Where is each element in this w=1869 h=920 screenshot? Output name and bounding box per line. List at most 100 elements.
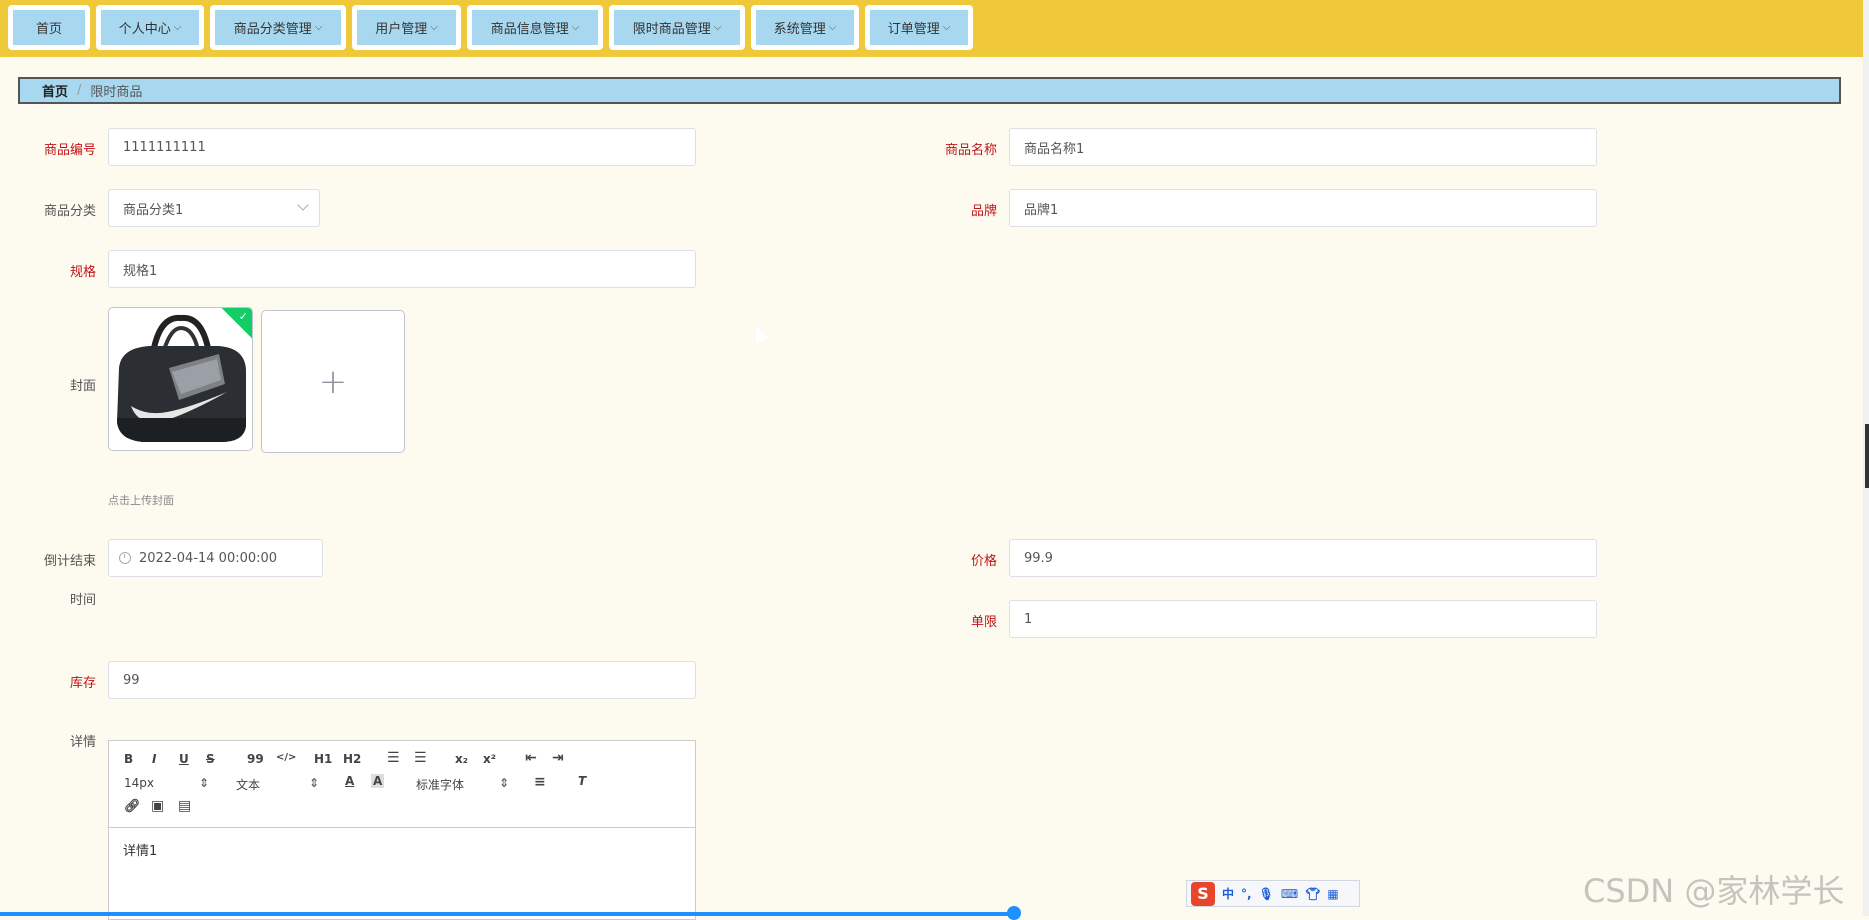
nav-label: 限时商品管理 bbox=[632, 22, 711, 37]
font-size-select[interactable]: 14px bbox=[124, 776, 154, 790]
nav-item-user-management[interactable]: 用户管理 ⌵ bbox=[352, 5, 461, 50]
h2-button[interactable]: H2 bbox=[343, 752, 361, 766]
product-name-label: 商品名称 bbox=[944, 143, 997, 158]
brand-value: 品牌1 bbox=[1024, 202, 1059, 218]
clear-format-icon[interactable]: T bbox=[578, 774, 586, 788]
code-button[interactable]: </> bbox=[276, 752, 296, 763]
align-icon[interactable]: ≡ bbox=[534, 774, 546, 790]
nav-item-product-info-management[interactable]: 商品信息管理 ⌵ bbox=[467, 5, 603, 50]
cover-image-thumbnail[interactable]: ✓ bbox=[108, 307, 253, 451]
ime-mode[interactable]: 中 bbox=[1222, 885, 1234, 902]
subscript-button[interactable]: x₂ bbox=[455, 752, 468, 766]
nav-label: 用户管理 bbox=[375, 22, 428, 37]
top-nav-bar: 首页 个人中心 ⌵ 商品分类管理 ⌵ 用户管理 ⌵ 商品信息管理 ⌵ 限时商品管理 ⌵ 系… bbox=[0, 0, 1863, 57]
font-family-select[interactable]: 标准字体 bbox=[416, 776, 464, 793]
breadcrumb-current: 限时商品 bbox=[90, 85, 143, 100]
limit-field[interactable]: 1 bbox=[1009, 600, 1597, 638]
category-value: 商品分类1 bbox=[123, 202, 184, 218]
nav-item-personal-center[interactable]: 个人中心 ⌵ bbox=[96, 5, 204, 50]
cover-upload-hint: 点击上传封面 bbox=[108, 494, 174, 507]
skin-icon[interactable]: 👕︎ bbox=[1305, 887, 1320, 901]
spec-field[interactable]: 规格1 bbox=[108, 250, 696, 288]
chevron-down-icon: ⌵ bbox=[430, 22, 438, 33]
header-select[interactable]: 文本 bbox=[236, 776, 260, 793]
countdown-end-label-line1: 倒计结束 bbox=[43, 554, 96, 569]
product-code-field[interactable]: 1111111111 bbox=[108, 128, 696, 166]
ime-toolbar[interactable]: S 中 °, 🎙︎ ⌨ 👕︎ ▦ bbox=[1186, 880, 1360, 907]
countdown-end-value: 2022-04-14 00:00:00 bbox=[139, 550, 278, 566]
select-arrows-icon: ⇕ bbox=[309, 776, 320, 790]
chevron-down-icon: ⌵ bbox=[314, 22, 323, 33]
limit-label: 单限 bbox=[970, 615, 997, 630]
breadcrumb-home[interactable]: 首页 bbox=[42, 81, 68, 100]
background-color-icon[interactable]: A bbox=[371, 774, 385, 788]
h1-button[interactable]: H1 bbox=[314, 752, 332, 766]
outdent-icon[interactable]: ⇤ bbox=[525, 750, 537, 766]
brand-label: 品牌 bbox=[970, 204, 997, 219]
category-select[interactable]: 商品分类1 bbox=[108, 189, 320, 227]
mouse-cursor bbox=[749, 322, 769, 344]
punctuation-icon[interactable]: °, bbox=[1241, 887, 1252, 901]
spec-value: 规格1 bbox=[123, 263, 158, 279]
nav-label: 商品信息管理 bbox=[490, 22, 569, 37]
indent-icon[interactable]: ⇥ bbox=[552, 750, 564, 766]
nav-item-home[interactable]: 首页 bbox=[8, 5, 90, 50]
product-name-field[interactable]: 商品名称1 bbox=[1009, 128, 1597, 166]
image-icon[interactable]: ▣ bbox=[151, 798, 164, 814]
countdown-end-label-line2: 时间 bbox=[69, 593, 96, 608]
superscript-button[interactable]: x² bbox=[483, 752, 496, 766]
stock-label: 库存 bbox=[69, 676, 96, 691]
bold-button[interactable]: B bbox=[124, 752, 133, 766]
underline-button[interactable]: U bbox=[179, 752, 189, 766]
select-arrows-icon: ⇕ bbox=[199, 776, 210, 790]
product-code-value: 1111111111 bbox=[123, 139, 206, 155]
price-field[interactable]: 99.9 bbox=[1009, 539, 1597, 577]
italic-button[interactable]: I bbox=[152, 752, 156, 766]
cover-label: 封面 bbox=[69, 379, 96, 394]
plus-icon: + bbox=[318, 361, 348, 402]
nav-item-flash-sale-management[interactable]: 限时商品管理 ⌵ bbox=[609, 5, 745, 50]
rich-text-editor[interactable]: B I U S 99 </> H1 H2 ☰ ☰ x₂ x² ⇤ ⇥ 14px … bbox=[108, 740, 696, 920]
nav-item-category-management[interactable]: 商品分类管理 ⌵ bbox=[210, 5, 346, 50]
stock-value: 99 bbox=[123, 672, 140, 688]
editor-content[interactable]: 详情1 bbox=[109, 828, 695, 871]
details-label: 详情 bbox=[69, 735, 96, 750]
scroll-thumb[interactable] bbox=[1865, 424, 1869, 488]
chevron-down-icon: ⌵ bbox=[713, 22, 722, 33]
price-value: 99.9 bbox=[1024, 550, 1053, 566]
vertical-scrollbar[interactable] bbox=[1863, 0, 1869, 916]
limit-value: 1 bbox=[1024, 611, 1033, 627]
nav-item-order-management[interactable]: 订单管理 ⌵ bbox=[865, 5, 973, 50]
price-label: 价格 bbox=[970, 554, 997, 569]
strike-button[interactable]: S bbox=[206, 752, 215, 766]
video-icon[interactable]: ▤ bbox=[178, 798, 191, 814]
keyboard-icon[interactable]: ⌨ bbox=[1281, 887, 1298, 901]
ordered-list-icon[interactable]: ☰ bbox=[387, 750, 400, 766]
sogou-logo: S bbox=[1191, 881, 1215, 906]
stock-field[interactable]: 99 bbox=[108, 661, 696, 699]
breadcrumb-separator: / bbox=[77, 83, 82, 98]
grid-icon[interactable]: ▦ bbox=[1327, 887, 1338, 901]
upload-cover-button[interactable]: + bbox=[261, 310, 405, 453]
product-name-value: 商品名称1 bbox=[1024, 141, 1085, 157]
chevron-down-icon: ⌵ bbox=[828, 22, 837, 33]
countdown-end-datepicker[interactable]: 2022-04-14 00:00:00 bbox=[108, 539, 323, 577]
microphone-icon[interactable]: 🎙︎ bbox=[1259, 887, 1274, 901]
progress-knob[interactable] bbox=[1007, 906, 1021, 920]
nav-item-system-management[interactable]: 系统管理 ⌵ bbox=[751, 5, 859, 50]
font-color-icon[interactable]: A bbox=[345, 774, 354, 788]
quote-button[interactable]: 99 bbox=[247, 752, 264, 766]
nav-label: 个人中心 bbox=[118, 22, 171, 37]
brand-field[interactable]: 品牌1 bbox=[1009, 189, 1597, 227]
chevron-down-icon bbox=[297, 199, 309, 211]
chevron-down-icon: ⌵ bbox=[942, 22, 951, 33]
clock-icon bbox=[119, 552, 131, 564]
nav-label: 商品分类管理 bbox=[233, 22, 312, 37]
duffel-bag-image bbox=[109, 308, 252, 450]
product-code-label: 商品编号 bbox=[43, 143, 96, 158]
progress-line bbox=[0, 912, 1020, 916]
bullet-list-icon[interactable]: ☰ bbox=[414, 750, 427, 766]
chevron-down-icon: ⌵ bbox=[571, 22, 580, 33]
chevron-down-icon: ⌵ bbox=[173, 22, 182, 33]
link-icon[interactable]: 🔗︎ bbox=[124, 799, 141, 814]
